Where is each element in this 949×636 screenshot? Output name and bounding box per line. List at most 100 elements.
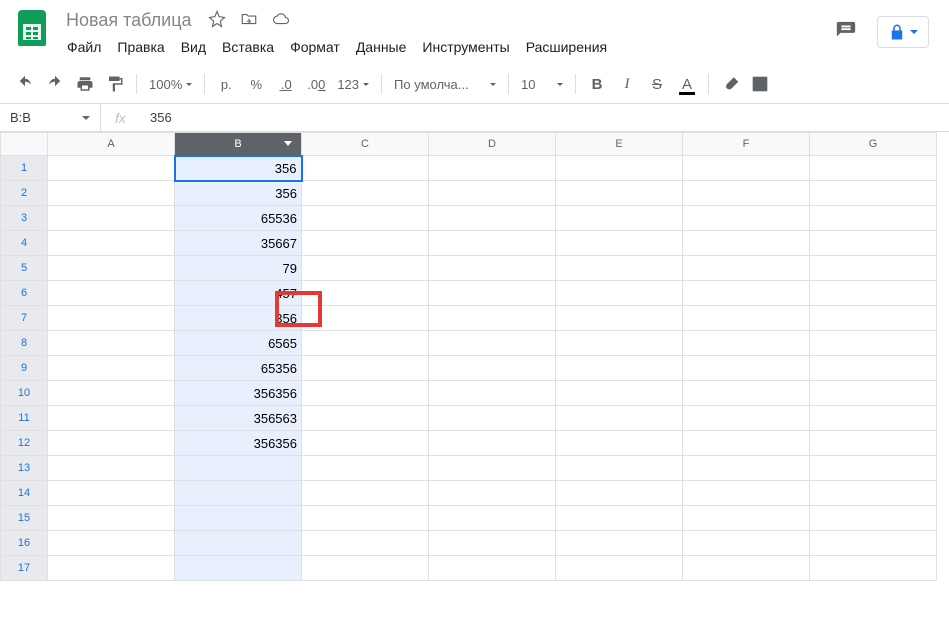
cell[interactable] xyxy=(810,481,937,506)
print-button[interactable] xyxy=(72,71,98,97)
cell[interactable] xyxy=(429,331,556,356)
cell[interactable] xyxy=(556,331,683,356)
cell[interactable] xyxy=(810,431,937,456)
row-header[interactable]: 7 xyxy=(1,306,48,331)
cell[interactable] xyxy=(683,181,810,206)
cell[interactable] xyxy=(683,531,810,556)
menu-item[interactable]: Данные xyxy=(349,35,414,59)
cell[interactable] xyxy=(302,431,429,456)
cell[interactable] xyxy=(302,306,429,331)
cell[interactable] xyxy=(429,306,556,331)
cell[interactable] xyxy=(810,256,937,281)
column-header[interactable]: F xyxy=(683,133,810,156)
cell[interactable] xyxy=(429,481,556,506)
cell[interactable] xyxy=(302,181,429,206)
cell[interactable] xyxy=(683,231,810,256)
decrease-decimal-button[interactable]: .0← xyxy=(273,71,299,97)
cell[interactable] xyxy=(48,506,175,531)
cell[interactable] xyxy=(48,431,175,456)
cell[interactable] xyxy=(302,556,429,581)
cell[interactable] xyxy=(302,256,429,281)
cell[interactable] xyxy=(429,381,556,406)
cell[interactable] xyxy=(683,156,810,181)
increase-decimal-button[interactable]: .00→ xyxy=(303,71,329,97)
cell[interactable] xyxy=(175,481,302,506)
cell[interactable]: 356 xyxy=(175,306,302,331)
cell[interactable] xyxy=(302,506,429,531)
cell[interactable]: 65536 xyxy=(175,206,302,231)
cell[interactable] xyxy=(810,506,937,531)
percent-button[interactable]: % xyxy=(243,71,269,97)
currency-button[interactable]: р. xyxy=(213,71,239,97)
cell[interactable] xyxy=(302,206,429,231)
cell[interactable] xyxy=(48,381,175,406)
row-header[interactable]: 14 xyxy=(1,481,48,506)
select-all-corner[interactable] xyxy=(1,133,48,156)
redo-button[interactable] xyxy=(42,71,68,97)
cell[interactable] xyxy=(48,206,175,231)
font-dropdown[interactable]: По умолча... xyxy=(390,71,500,97)
cell[interactable]: 6565 xyxy=(175,331,302,356)
cell[interactable] xyxy=(302,381,429,406)
cell[interactable] xyxy=(810,181,937,206)
cell[interactable] xyxy=(429,431,556,456)
formula-input[interactable]: 356 xyxy=(140,110,949,125)
cell[interactable] xyxy=(48,456,175,481)
row-header[interactable]: 17 xyxy=(1,556,48,581)
cell[interactable] xyxy=(429,281,556,306)
row-header[interactable]: 12 xyxy=(1,431,48,456)
cell[interactable] xyxy=(429,456,556,481)
cell[interactable] xyxy=(683,431,810,456)
cell[interactable] xyxy=(810,331,937,356)
row-header[interactable]: 16 xyxy=(1,531,48,556)
star-icon[interactable] xyxy=(208,10,226,31)
cell[interactable] xyxy=(683,331,810,356)
cell[interactable] xyxy=(556,381,683,406)
cell[interactable] xyxy=(175,531,302,556)
cell[interactable]: 356356 xyxy=(175,381,302,406)
cell[interactable] xyxy=(556,356,683,381)
more-formats-dropdown[interactable]: 123 xyxy=(333,71,373,97)
cell[interactable] xyxy=(302,231,429,256)
italic-button[interactable]: I xyxy=(614,71,640,97)
cell[interactable] xyxy=(429,556,556,581)
spreadsheet-grid[interactable]: ABCDEFG135623563655364356675796457735686… xyxy=(0,132,937,581)
cell[interactable] xyxy=(683,481,810,506)
share-button[interactable] xyxy=(877,16,929,48)
cell[interactable] xyxy=(683,281,810,306)
cell[interactable] xyxy=(48,231,175,256)
cell[interactable] xyxy=(556,406,683,431)
cell[interactable] xyxy=(556,206,683,231)
column-header[interactable]: C xyxy=(302,133,429,156)
cell[interactable] xyxy=(48,556,175,581)
strikethrough-button[interactable]: S xyxy=(644,71,670,97)
name-box[interactable]: B:B xyxy=(0,104,100,131)
row-header[interactable]: 10 xyxy=(1,381,48,406)
menu-item[interactable]: Правка xyxy=(110,35,171,59)
cell[interactable] xyxy=(810,231,937,256)
cell[interactable] xyxy=(683,556,810,581)
borders-button[interactable] xyxy=(747,71,773,97)
zoom-dropdown[interactable]: 100% xyxy=(145,71,196,97)
cell[interactable]: 356 xyxy=(175,181,302,206)
menu-item[interactable]: Вставка xyxy=(215,35,281,59)
cell[interactable] xyxy=(429,156,556,181)
cell[interactable] xyxy=(429,531,556,556)
document-title[interactable]: Новая таблица xyxy=(60,8,198,33)
cell[interactable] xyxy=(556,156,683,181)
row-header[interactable]: 1 xyxy=(1,156,48,181)
cell[interactable] xyxy=(556,456,683,481)
cell[interactable] xyxy=(302,531,429,556)
cell[interactable] xyxy=(48,406,175,431)
cell[interactable] xyxy=(683,506,810,531)
cell[interactable] xyxy=(683,206,810,231)
column-header[interactable]: E xyxy=(556,133,683,156)
cell[interactable]: 356 xyxy=(175,156,302,181)
cell[interactable] xyxy=(683,306,810,331)
cell[interactable] xyxy=(429,206,556,231)
cell[interactable] xyxy=(48,256,175,281)
move-folder-icon[interactable] xyxy=(240,10,258,31)
menu-item[interactable]: Вид xyxy=(174,35,213,59)
cell[interactable]: 79 xyxy=(175,256,302,281)
row-header[interactable]: 4 xyxy=(1,231,48,256)
